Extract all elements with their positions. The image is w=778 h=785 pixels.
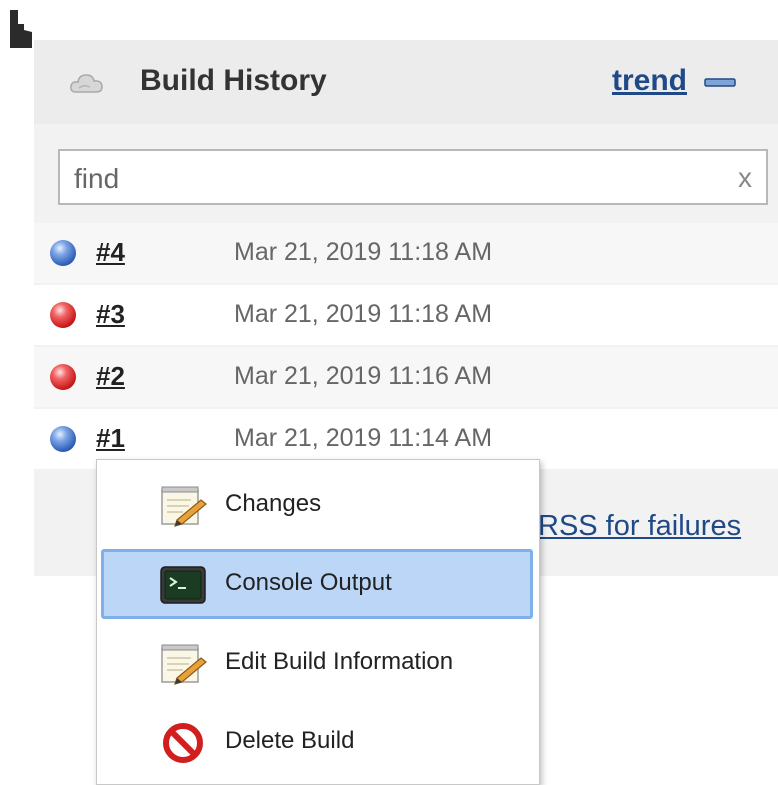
menu-item-delete-build[interactable]: Delete Build <box>101 707 533 777</box>
build-date: Mar 21, 2019 11:16 AM <box>234 362 493 390</box>
build-search-input[interactable] <box>72 159 716 199</box>
cursor-hand-icon <box>10 10 32 48</box>
menu-item-edit-build-information[interactable]: Edit Build Information <box>101 628 533 698</box>
build-link-1[interactable]: #1 <box>96 423 125 454</box>
notepad-pencil-icon <box>161 644 207 685</box>
page: Build History trend x #4 Mar 21, 2019 11… <box>0 0 778 785</box>
cloud-icon <box>70 74 103 93</box>
minus-icon[interactable] <box>704 78 736 87</box>
build-date: Mar 21, 2019 11:18 AM <box>234 238 493 266</box>
prohibited-icon <box>163 723 203 763</box>
status-failed-ball-icon <box>50 364 76 390</box>
build-row-4: #4 Mar 21, 2019 11:18 AM <box>34 223 778 283</box>
trend-link[interactable]: trend <box>612 64 687 98</box>
build-history-title: Build History <box>140 64 327 97</box>
status-success-ball-icon <box>50 240 76 266</box>
status-failed-ball-icon <box>50 302 76 328</box>
menu-item-label: Delete Build <box>225 727 355 754</box>
build-row-3: #3 Mar 21, 2019 11:18 AM <box>34 285 778 345</box>
build-context-menu: Changes Console Output Edit Build Inform… <box>96 459 540 785</box>
build-date: Mar 21, 2019 11:14 AM <box>234 424 493 452</box>
menu-item-label: Changes <box>225 490 322 517</box>
build-search-box: x <box>58 149 768 205</box>
status-success-ball-icon <box>50 426 76 452</box>
menu-item-label: Edit Build Information <box>225 648 454 675</box>
menu-item-label: Console Output <box>225 569 392 596</box>
terminal-icon <box>160 566 206 604</box>
rss-failures-link[interactable]: RSS for failures <box>538 510 741 543</box>
menu-item-console-output[interactable]: Console Output <box>101 549 533 619</box>
clear-search-button[interactable]: x <box>738 162 752 194</box>
menu-item-changes[interactable]: Changes <box>101 470 533 540</box>
build-history-header: Build History trend <box>34 40 778 124</box>
build-link-4[interactable]: #4 <box>96 237 125 268</box>
build-row-2: #2 Mar 21, 2019 11:16 AM <box>34 347 778 407</box>
build-date: Mar 21, 2019 11:18 AM <box>234 300 493 328</box>
build-link-3[interactable]: #3 <box>96 299 125 330</box>
notepad-pencil-icon <box>161 486 207 527</box>
build-link-2[interactable]: #2 <box>96 361 125 392</box>
